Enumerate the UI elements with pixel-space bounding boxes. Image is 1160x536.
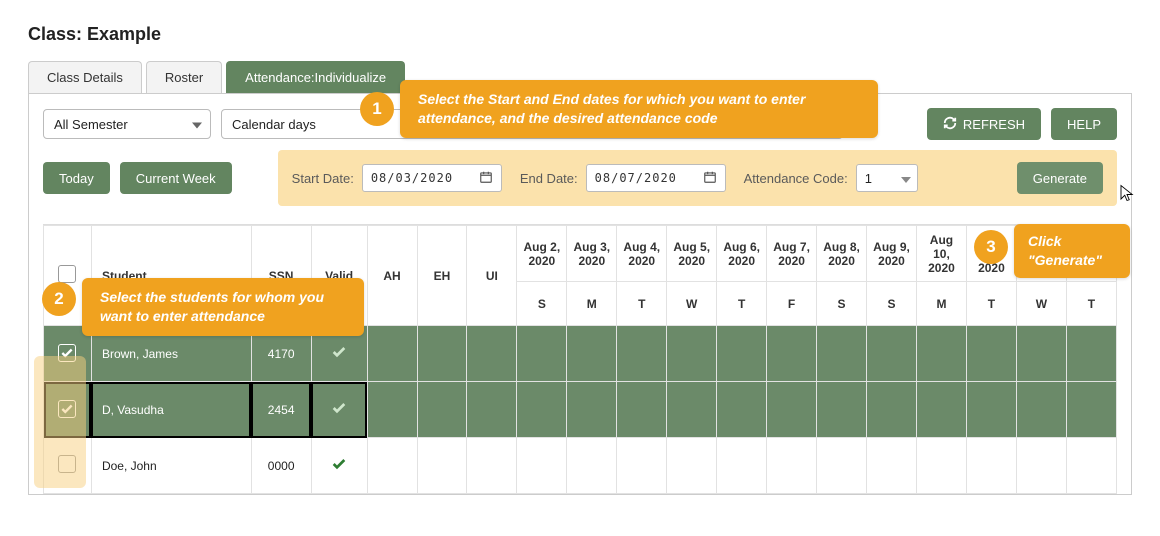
- refresh-icon: [943, 116, 957, 133]
- col-day-2[interactable]: Aug 4, 2020: [617, 226, 667, 282]
- col-dow-1: M: [567, 282, 617, 326]
- cursor-icon: [1118, 184, 1136, 205]
- valid-icon: [331, 349, 347, 363]
- col-day-1[interactable]: Aug 3, 2020: [567, 226, 617, 282]
- today-button[interactable]: Today: [43, 162, 110, 194]
- callout-number-icon: 2: [42, 282, 76, 316]
- student-name: Doe, John: [91, 438, 251, 494]
- tab-attendance[interactable]: Attendance:Individualize: [226, 61, 405, 93]
- col-dow-0: S: [517, 282, 567, 326]
- table-row[interactable]: Doe, John 0000: [44, 438, 1117, 494]
- col-dow-8: M: [916, 282, 966, 326]
- tab-class-details[interactable]: Class Details: [28, 61, 142, 93]
- table-row[interactable]: D, Vasudha 2454: [44, 382, 1117, 438]
- page-title: Class: Example: [28, 24, 1132, 45]
- help-label: HELP: [1067, 117, 1101, 132]
- row-checkbox[interactable]: [58, 400, 76, 418]
- col-day-5[interactable]: Aug 7, 2020: [767, 226, 817, 282]
- col-day-8[interactable]: Aug 10, 2020: [916, 226, 966, 282]
- col-dow-10: W: [1016, 282, 1066, 326]
- select-all-checkbox[interactable]: [58, 265, 76, 283]
- calendar-icon: [703, 170, 717, 187]
- row-checkbox[interactable]: [58, 344, 76, 362]
- current-week-label: Current Week: [136, 171, 216, 186]
- callout-3: 3 Click "Generate": [1014, 224, 1130, 278]
- col-day-6[interactable]: Aug 8, 2020: [817, 226, 867, 282]
- callout-number-icon: 1: [360, 92, 394, 126]
- attendance-table: Student SSN Valid AH EH UI Aug 2, 2020 A…: [43, 225, 1117, 494]
- row-checkbox[interactable]: [58, 455, 76, 473]
- end-date-label: End Date:: [520, 171, 578, 186]
- valid-icon: [331, 461, 347, 475]
- generate-button[interactable]: Generate: [1017, 162, 1103, 194]
- end-date-input[interactable]: 08/07/2020: [586, 164, 726, 192]
- end-date-value: 08/07/2020: [595, 171, 677, 185]
- callout-text: Select the Start and End dates for which…: [418, 91, 805, 126]
- tab-roster[interactable]: Roster: [146, 61, 222, 93]
- col-dow-3: W: [667, 282, 717, 326]
- col-dow-6: S: [817, 282, 867, 326]
- start-date-value: 08/03/2020: [371, 171, 453, 185]
- col-dow-7: S: [867, 282, 917, 326]
- col-dow-11: T: [1066, 282, 1116, 326]
- callout-text: Click "Generate": [1028, 233, 1102, 268]
- semester-select[interactable]: All Semester: [43, 109, 211, 139]
- current-week-button[interactable]: Current Week: [120, 162, 232, 194]
- start-date-label: Start Date:: [292, 171, 354, 186]
- col-dow-5: F: [767, 282, 817, 326]
- calendar-icon: [479, 170, 493, 187]
- refresh-button[interactable]: REFRESH: [927, 108, 1041, 140]
- col-dow-9: T: [966, 282, 1016, 326]
- help-button[interactable]: HELP: [1051, 108, 1117, 140]
- student-ssn: 2454: [251, 382, 311, 438]
- callout-text: Select the students for whom you want to…: [100, 289, 324, 324]
- col-eh[interactable]: EH: [417, 226, 467, 326]
- chevron-down-icon: [192, 117, 202, 132]
- callout-2: 2 Select the students for whom you want …: [82, 278, 364, 336]
- valid-icon: [331, 405, 347, 419]
- col-day-4[interactable]: Aug 6, 2020: [717, 226, 767, 282]
- today-label: Today: [59, 171, 94, 186]
- chevron-down-icon: [901, 171, 911, 186]
- generate-label: Generate: [1033, 171, 1087, 186]
- col-day-3[interactable]: Aug 5, 2020: [667, 226, 717, 282]
- col-ah[interactable]: AH: [367, 226, 417, 326]
- student-name: D, Vasudha: [91, 382, 251, 438]
- col-day-0[interactable]: Aug 2, 2020: [517, 226, 567, 282]
- col-day-7[interactable]: Aug 9, 2020: [867, 226, 917, 282]
- col-ui[interactable]: UI: [467, 226, 517, 326]
- attendance-table-wrap: Student SSN Valid AH EH UI Aug 2, 2020 A…: [43, 224, 1117, 494]
- refresh-label: REFRESH: [963, 117, 1025, 132]
- callout-1: 1 Select the Start and End dates for whi…: [400, 80, 878, 138]
- calendar-value: Calendar days: [232, 117, 316, 132]
- student-ssn: 0000: [251, 438, 311, 494]
- start-date-input[interactable]: 08/03/2020: [362, 164, 502, 192]
- semester-value: All Semester: [54, 117, 128, 132]
- attendance-code-value: 1: [865, 171, 872, 186]
- attendance-code-select[interactable]: 1: [856, 164, 918, 192]
- col-dow-4: T: [717, 282, 767, 326]
- date-filter-bar: Start Date: 08/03/2020 End Date: 08/07/2…: [278, 150, 1117, 206]
- attendance-code-label: Attendance Code:: [744, 171, 848, 186]
- col-dow-2: T: [617, 282, 667, 326]
- callout-number-icon: 3: [974, 230, 1008, 264]
